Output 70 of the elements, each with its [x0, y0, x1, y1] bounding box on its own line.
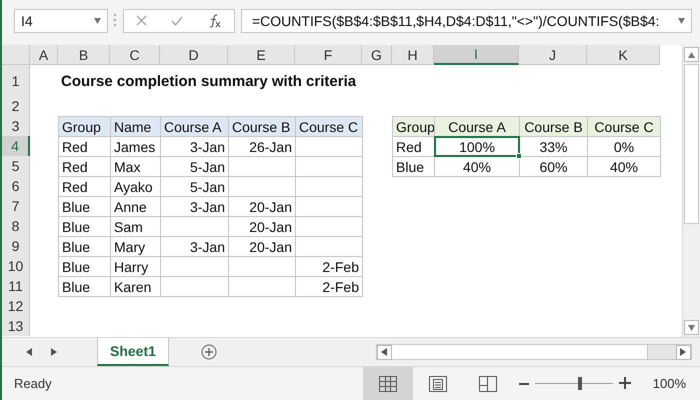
formula-field[interactable]: =COUNTIFS($B$4:$B$11,$H4,D$4:D$11,"<>")/COUNTIFS($B$4: [241, 8, 692, 32]
table-cell[interactable]: 100% [434, 136, 520, 157]
scroll-down-button[interactable] [684, 320, 699, 335]
table-cell[interactable]: 40% [587, 156, 661, 177]
column-header[interactable]: C [110, 45, 160, 65]
grip-icon [114, 14, 117, 27]
dropdown-icon [94, 16, 101, 24]
column-header[interactable]: B [58, 45, 110, 65]
expand-icon [678, 16, 685, 24]
header-cell[interactable]: Name [110, 116, 161, 137]
row-header[interactable]: 11 [2, 276, 30, 296]
sheet-tab[interactable]: Sheet1 [97, 338, 169, 366]
header-cell[interactable]: Group [392, 116, 435, 137]
header-cell[interactable]: Course C [587, 116, 661, 137]
column-header[interactable]: K [587, 45, 660, 65]
scroll-up-button[interactable] [684, 47, 699, 62]
column-header[interactable]: G [362, 45, 392, 65]
previous-sheet-icon [26, 348, 33, 356]
status-text: Ready [14, 376, 52, 391]
row-header[interactable]: 3 [2, 116, 30, 136]
header-cell[interactable]: Course B [519, 116, 588, 137]
name-box[interactable]: I4 [14, 8, 108, 32]
grid-icon [378, 376, 397, 392]
row-header[interactable]: 4 [2, 136, 30, 156]
header-cell[interactable]: Course A [434, 116, 520, 137]
row-header[interactable]: 10 [2, 256, 30, 276]
column-header[interactable]: A [30, 45, 58, 65]
header-cell[interactable]: Course C [295, 116, 363, 137]
row-header[interactable]: 13 [2, 316, 30, 336]
check-icon[interactable] [171, 16, 184, 26]
page-icon [428, 376, 447, 392]
table-cell[interactable]: 2-Feb [295, 276, 363, 297]
column-header[interactable]: I [434, 45, 519, 65]
down-arrow-icon [688, 324, 695, 332]
next-sheet-icon [51, 348, 58, 356]
plus-icon [618, 377, 631, 389]
header-cell[interactable]: Group [58, 116, 111, 137]
add-sheet-icon[interactable] [200, 344, 217, 360]
row-header[interactable]: 6 [2, 176, 30, 196]
row-header[interactable]: 8 [2, 216, 30, 236]
scroll-thumb[interactable] [392, 345, 648, 359]
right-arrow-icon [680, 348, 687, 356]
row-header[interactable]: 7 [2, 196, 30, 216]
function-icon[interactable] [208, 14, 222, 28]
page-break-icon [478, 376, 497, 392]
fill-handle[interactable] [516, 153, 522, 159]
left-arrow-icon [381, 348, 388, 356]
row-header[interactable]: 1 [2, 65, 30, 96]
scroll-left-button[interactable] [377, 344, 392, 360]
scroll-thumb[interactable] [684, 64, 699, 224]
column-header[interactable]: E [228, 45, 295, 65]
column-header[interactable]: F [295, 45, 362, 65]
row-header[interactable]: 2 [2, 96, 30, 116]
header-cell[interactable]: Course A [160, 116, 229, 137]
table-cell[interactable]: Blue [58, 276, 111, 297]
column-header[interactable]: J [519, 45, 587, 65]
view-button[interactable] [362, 367, 413, 400]
row-header[interactable]: 5 [2, 156, 30, 176]
column-header[interactable]: H [392, 45, 434, 65]
zoom-level: 100% [652, 376, 686, 391]
column-header[interactable]: D [160, 45, 228, 65]
vertical-scrollbar[interactable] [682, 45, 700, 337]
slider-thumb[interactable] [578, 377, 582, 390]
horizontal-scrollbar[interactable] [376, 344, 692, 360]
scroll-right-button[interactable] [676, 344, 691, 360]
up-arrow-icon [688, 50, 695, 58]
row-header[interactable]: 9 [2, 236, 30, 256]
table-cell[interactable]: Blue [392, 156, 435, 177]
row-header[interactable]: 12 [2, 296, 30, 316]
header-cell[interactable]: Course B [228, 116, 296, 137]
